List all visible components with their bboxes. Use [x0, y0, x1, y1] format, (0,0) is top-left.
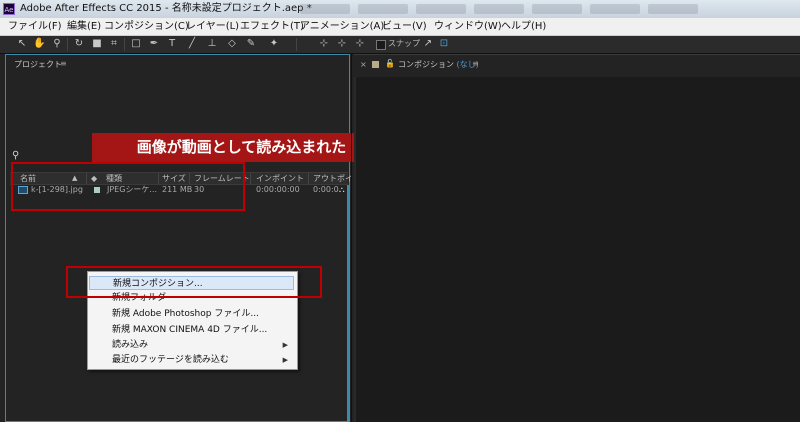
composition-panel-title[interactable]: コンポジション (なし) [398, 59, 479, 70]
world-axis-icon[interactable]: ⊹ [336, 38, 348, 50]
rotate-tool-icon[interactable]: ↻ [73, 38, 85, 50]
composition-viewer[interactable] [354, 77, 800, 422]
composition-panel-header: × 🔓 コンポジション (なし) ≡ [354, 54, 800, 78]
brush-tool-icon[interactable]: ╱ [186, 38, 198, 50]
snap-label: スナップ [388, 39, 420, 48]
menu-effect[interactable]: エフェクト(T) [240, 18, 304, 35]
row-out-point: 0:00:0 [313, 185, 339, 194]
menu-item-new-cinema4d-file[interactable]: 新規 MAXON CINEMA 4D ファイル... [89, 323, 294, 337]
panel-divider[interactable] [351, 54, 352, 422]
mask-tool-icon[interactable]: □ [130, 38, 142, 50]
menu-item-label: 新規 MAXON CINEMA 4D ファイル... [112, 325, 268, 335]
title-bar: Ae Adobe After Effects CC 2015 - 名称未設定プロ… [0, 0, 800, 19]
panel-color-swatch [372, 61, 379, 68]
menu-view[interactable]: ビュー(V) [382, 18, 427, 35]
snap-grid-icon[interactable]: ⊡ [438, 38, 450, 50]
submenu-arrow-icon: ▶ [282, 356, 288, 364]
annotation-highlight-menu-item [66, 266, 322, 298]
search-icon[interactable]: ⚲ [12, 150, 19, 161]
menu-item-label: 読み込み [112, 340, 149, 350]
row-in-point: 0:00:00:00 [256, 185, 300, 194]
menu-edit[interactable]: 編集(E) [67, 18, 101, 35]
menu-item-import-recent-footage[interactable]: 最近のフッテージを読み込む ▶ [89, 353, 294, 367]
local-axis-icon[interactable]: ⊹ [318, 38, 330, 50]
flowchart-icon[interactable]: ⛬ [339, 184, 345, 196]
menu-item-label: 新規 Adobe Photoshop ファイル... [112, 309, 259, 319]
menu-help[interactable]: ヘルプ(H) [501, 18, 546, 35]
view-axis-icon[interactable]: ⊹ [354, 38, 366, 50]
composition-title-label: コンポジション [398, 60, 454, 69]
camera-tool-icon[interactable]: ■ [91, 38, 103, 50]
clone-stamp-tool-icon[interactable]: ⊥ [206, 38, 218, 50]
zoom-tool-icon[interactable]: ⚲ [51, 38, 63, 50]
submenu-arrow-icon: ▶ [282, 341, 288, 349]
panel-menu-icon[interactable]: ≡ [60, 59, 67, 68]
menu-file[interactable]: ファイル(F) [8, 18, 62, 35]
background-browser-tabs [300, 3, 800, 15]
menu-item-label: 最近のフッテージを読み込む [112, 355, 229, 365]
annotation-callout: 画像が動画として読み込まれた [92, 133, 391, 162]
menu-animation[interactable]: アニメーション(A) [300, 18, 384, 35]
pan-behind-tool-icon[interactable]: ⌗ [108, 38, 120, 50]
column-out-point[interactable]: アウトポイ [313, 173, 353, 184]
after-effects-app-icon: Ae [3, 3, 15, 15]
snap-checkbox[interactable] [376, 40, 386, 50]
tools-toolbar: ↖ ✋ ⚲ ↻ ■ ⌗ □ ✒ T ╱ ⊥ ◇ ✎ ✦ ⊹ ⊹ ⊹ スナップ ↗… [0, 36, 800, 54]
annotation-highlight-row [11, 162, 245, 211]
menu-composition[interactable]: コンポジション(C) [104, 18, 189, 35]
close-icon[interactable]: × [360, 60, 367, 69]
lock-icon[interactable]: 🔓 [385, 59, 395, 68]
type-tool-icon[interactable]: T [166, 38, 178, 50]
menu-bar: ファイル(F) 編集(E) コンポジション(C) レイヤー(L) エフェクト(T… [0, 18, 800, 36]
panel-menu-icon[interactable]: ≡ [472, 59, 479, 68]
window-title: Adobe After Effects CC 2015 - 名称未設定プロジェク… [20, 3, 312, 14]
selection-tool-icon[interactable]: ↖ [16, 38, 28, 50]
puppet-tool-icon[interactable]: ✦ [268, 38, 280, 50]
eraser-tool-icon[interactable]: ◇ [226, 38, 238, 50]
menu-item-new-photoshop-file[interactable]: 新規 Adobe Photoshop ファイル... [89, 307, 294, 321]
pen-tool-icon[interactable]: ✒ [148, 38, 160, 50]
panel-scrollbar[interactable] [347, 185, 350, 422]
snap-feather-icon[interactable]: ↗ [422, 38, 434, 50]
column-in-point[interactable]: インポイント [256, 173, 304, 184]
menu-item-import[interactable]: 読み込み ▶ [89, 338, 294, 352]
project-panel-title: プロジェクト [14, 60, 62, 69]
menu-window[interactable]: ウィンドウ(W) [434, 18, 502, 35]
roto-brush-tool-icon[interactable]: ✎ [245, 38, 257, 50]
hand-tool-icon[interactable]: ✋ [33, 38, 45, 50]
menu-layer[interactable]: レイヤー(L) [186, 18, 239, 35]
